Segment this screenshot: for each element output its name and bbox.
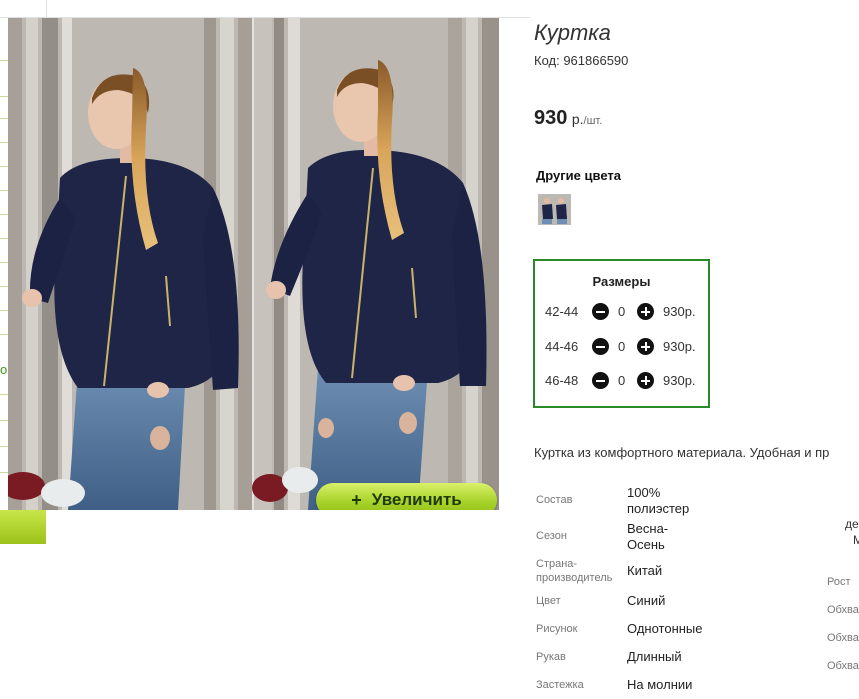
increment-button[interactable] <box>637 372 654 389</box>
side-column-label: Обхва <box>827 632 859 644</box>
sidebar-fragment[interactable]: o <box>0 362 7 377</box>
size-label: 44-46 <box>545 339 579 354</box>
product-price: 930 р./шт. <box>534 107 602 130</box>
property-label: Цвет <box>536 595 561 607</box>
size-row: 42-44 0 930р. <box>535 301 708 323</box>
side-column-label: Обхва <box>827 604 859 616</box>
increment-button[interactable] <box>637 338 654 355</box>
property-value: Весна-Осень <box>627 521 669 552</box>
product-photo[interactable]: + Увеличить <box>8 18 499 510</box>
property-value: 100% полиэстер <box>627 485 690 516</box>
side-column-label: Обхва <box>827 660 859 672</box>
size-price: 930р. <box>663 339 696 354</box>
property-value: Синий <box>627 593 666 608</box>
size-label: 46-48 <box>545 373 579 388</box>
edge-tick <box>0 394 8 395</box>
edge-tick <box>0 286 8 287</box>
size-quantity[interactable]: 0 <box>618 304 625 319</box>
column-divider <box>46 0 47 18</box>
product-code: Код: 961866590 <box>534 53 629 68</box>
decrement-button[interactable] <box>592 303 609 320</box>
property-value: Китай <box>627 563 663 578</box>
edge-tick <box>0 334 8 335</box>
edge-tick <box>0 214 8 215</box>
property-value: Однотонные <box>627 621 703 636</box>
edge-tick <box>0 420 8 421</box>
edge-tick <box>0 190 8 191</box>
color-swatch-thumbnail <box>539 195 570 224</box>
property-value: На молнии <box>627 677 693 692</box>
sidebar-highlight[interactable] <box>0 510 46 544</box>
side-column-heading: де <box>845 517 859 531</box>
decrement-button[interactable] <box>592 338 609 355</box>
size-price: 930р. <box>663 304 696 319</box>
side-column-heading: М <box>853 533 859 547</box>
zoom-button[interactable]: + Увеличить <box>316 483 497 510</box>
price-value: 930 <box>534 107 568 129</box>
other-colors-label: Другие цвета <box>536 168 621 183</box>
zoom-button-label: Увеличить <box>371 490 462 509</box>
edge-tick <box>0 96 8 97</box>
edge-tick <box>0 118 8 119</box>
property-label: Сезон <box>536 530 567 542</box>
size-row: 44-46 0 930р. <box>535 336 708 358</box>
edge-tick <box>0 472 8 473</box>
property-label: Рисунок <box>536 623 578 635</box>
property-label: Страна-производитель <box>536 558 613 584</box>
edge-tick <box>0 60 8 61</box>
size-row: 46-48 0 930р. <box>535 370 708 392</box>
plus-icon: + <box>351 489 362 510</box>
property-label: Застежка <box>536 679 584 691</box>
edge-tick <box>0 142 8 143</box>
edge-tick <box>0 166 8 167</box>
increment-button[interactable] <box>637 303 654 320</box>
property-label: Рукав <box>536 651 566 663</box>
size-quantity[interactable]: 0 <box>618 339 625 354</box>
price-currency: р. <box>571 111 584 127</box>
property-label: Состав <box>536 494 573 506</box>
sizes-panel: Размеры 42-44 0 930р. 44-46 0 930р. 46-4… <box>533 259 710 408</box>
product-description: Куртка из комфортного материала. Удобная… <box>534 445 830 460</box>
product-title: Куртка <box>534 20 611 45</box>
side-column-label: Рост <box>827 576 851 588</box>
price-unit: /шт. <box>583 115 603 127</box>
size-label: 42-44 <box>545 304 579 319</box>
sizes-header: Размеры <box>592 274 651 289</box>
edge-tick <box>0 446 8 447</box>
color-swatch[interactable] <box>538 194 571 225</box>
edge-tick <box>0 310 8 311</box>
product-photo-image <box>8 18 499 510</box>
property-value: Длинный <box>627 649 682 664</box>
size-quantity[interactable]: 0 <box>618 373 625 388</box>
decrement-button[interactable] <box>592 372 609 389</box>
size-price: 930р. <box>663 373 696 388</box>
edge-tick <box>0 238 8 239</box>
edge-tick <box>0 262 8 263</box>
